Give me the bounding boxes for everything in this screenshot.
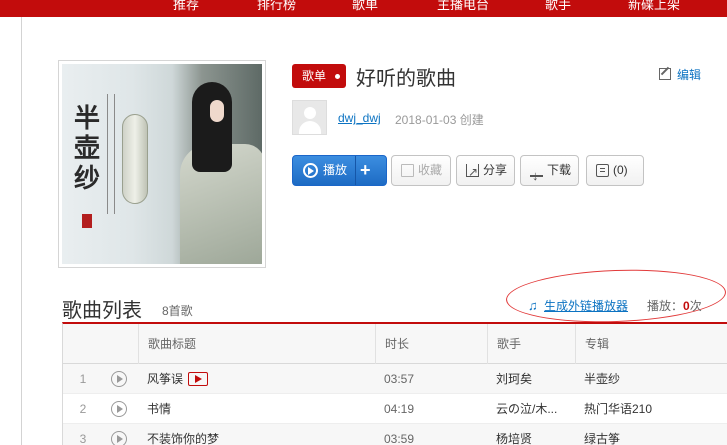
- annotation-ellipse: [505, 266, 727, 326]
- tag-dot-icon: [335, 74, 340, 79]
- playlist-tag: 歌单: [292, 64, 346, 88]
- nav-item-radio[interactable]: 主播电台: [437, 0, 489, 13]
- header-title: 歌曲标题: [138, 324, 384, 364]
- content-left-border: [21, 17, 22, 445]
- nav-item-recommend[interactable]: 推荐: [173, 0, 199, 13]
- outchain-label: 生成外链播放器: [544, 299, 629, 313]
- download-label: 下载: [547, 163, 572, 177]
- cover-figure: [162, 74, 262, 264]
- play-count-unit: 次: [689, 299, 702, 313]
- song-album[interactable]: 绿古筝: [584, 424, 620, 445]
- collect-label: 收藏: [418, 163, 443, 177]
- song-count: 8首歌: [162, 304, 193, 318]
- table-row[interactable]: 1 风筝误 03:57 刘珂矣 半壶纱: [63, 364, 727, 394]
- songlist-title: 歌曲列表: [62, 300, 142, 322]
- edit-icon: [659, 68, 671, 80]
- play-button[interactable]: 播放 +: [292, 155, 387, 186]
- song-duration: 03:57: [384, 372, 415, 386]
- song-title[interactable]: 不装饰你的梦: [147, 424, 219, 445]
- avatar[interactable]: [292, 100, 327, 135]
- header-duration: 时长: [375, 324, 487, 364]
- edit-link[interactable]: 编辑: [659, 66, 701, 83]
- song-album[interactable]: 半壶纱: [584, 364, 620, 394]
- collect-button[interactable]: 收藏: [391, 155, 451, 186]
- table-header: 歌曲标题 时长 歌手 专辑: [63, 324, 727, 364]
- nav-item-charts[interactable]: 排行榜: [257, 0, 296, 13]
- cover-title-text: 半壶纱: [74, 104, 101, 194]
- song-artist[interactable]: 杨培贤: [496, 424, 532, 445]
- nav-item-playlists[interactable]: 歌单: [352, 0, 378, 13]
- song-duration: 04:19: [384, 402, 415, 416]
- create-time: 2018-01-03 创建: [395, 113, 484, 127]
- song-title[interactable]: 书情: [147, 394, 171, 424]
- cover-calligraphy-line: [107, 94, 108, 214]
- table-row[interactable]: 2 书情 04:19 云の泣/木... 热门华语210: [63, 394, 727, 424]
- top-nav-bar: 推荐 排行榜 歌单 主播电台 歌手 新碟上架: [0, 0, 727, 17]
- share-button[interactable]: 分享: [456, 155, 515, 187]
- share-label: 分享: [483, 163, 508, 177]
- share-icon: [466, 158, 479, 187]
- play-count-label: 播放：: [647, 299, 684, 313]
- play-song-icon[interactable]: [111, 371, 127, 387]
- playlist-cover[interactable]: 半壶纱: [58, 60, 266, 268]
- cover-image: 半壶纱: [62, 64, 262, 264]
- outchain-player-link[interactable]: ♫ 生成外链播放器: [528, 297, 628, 314]
- mv-icon[interactable]: [188, 372, 209, 386]
- download-icon: [530, 161, 543, 190]
- song-table: 歌曲标题 时长 歌手 专辑 1 风筝误 03:57 刘珂矣 半壶纱 2 书情 0…: [62, 322, 727, 445]
- download-button[interactable]: 下载: [520, 155, 579, 190]
- play-label: 播放: [323, 163, 348, 177]
- header-album: 专辑: [575, 324, 727, 364]
- creator-name-link[interactable]: dwj_dwj: [338, 111, 381, 125]
- edit-label: 编辑: [677, 68, 702, 82]
- folder-icon: [401, 164, 414, 177]
- playlist-title: 好听的歌曲: [356, 68, 456, 90]
- row-index: 1: [79, 372, 87, 386]
- play-button-divider: [355, 156, 356, 185]
- comment-icon: [596, 164, 609, 177]
- play-icon: [303, 163, 318, 178]
- playlist-tag-label: 歌单: [302, 69, 327, 83]
- music-note-icon: ♫: [528, 298, 538, 313]
- header-artist: 歌手: [487, 324, 575, 364]
- table-row[interactable]: 3 不装饰你的梦 03:59 杨培贤 绿古筝: [63, 424, 727, 445]
- add-to-queue-button[interactable]: +: [360, 156, 371, 185]
- cover-seal: [82, 214, 92, 228]
- song-duration: 03:59: [384, 432, 415, 445]
- row-index: 3: [79, 432, 87, 445]
- song-artist[interactable]: 刘珂矣: [496, 364, 532, 394]
- song-title[interactable]: 风筝误: [147, 364, 209, 394]
- song-artist[interactable]: 云の泣/木...: [496, 394, 557, 424]
- comment-count: (0): [613, 163, 628, 177]
- nav-item-new-albums[interactable]: 新碟上架: [628, 0, 680, 13]
- play-song-icon[interactable]: [111, 431, 127, 445]
- play-count: 播放：0次: [647, 297, 702, 314]
- cover-lantern: [122, 114, 148, 204]
- nav-item-artists[interactable]: 歌手: [545, 0, 571, 13]
- cover-calligraphy-line: [114, 94, 115, 214]
- comment-button[interactable]: (0): [586, 155, 644, 186]
- play-song-icon[interactable]: [111, 401, 127, 417]
- play-count-value: 0: [683, 299, 690, 313]
- row-index: 2: [79, 402, 87, 416]
- song-album[interactable]: 热门华语210: [584, 394, 652, 424]
